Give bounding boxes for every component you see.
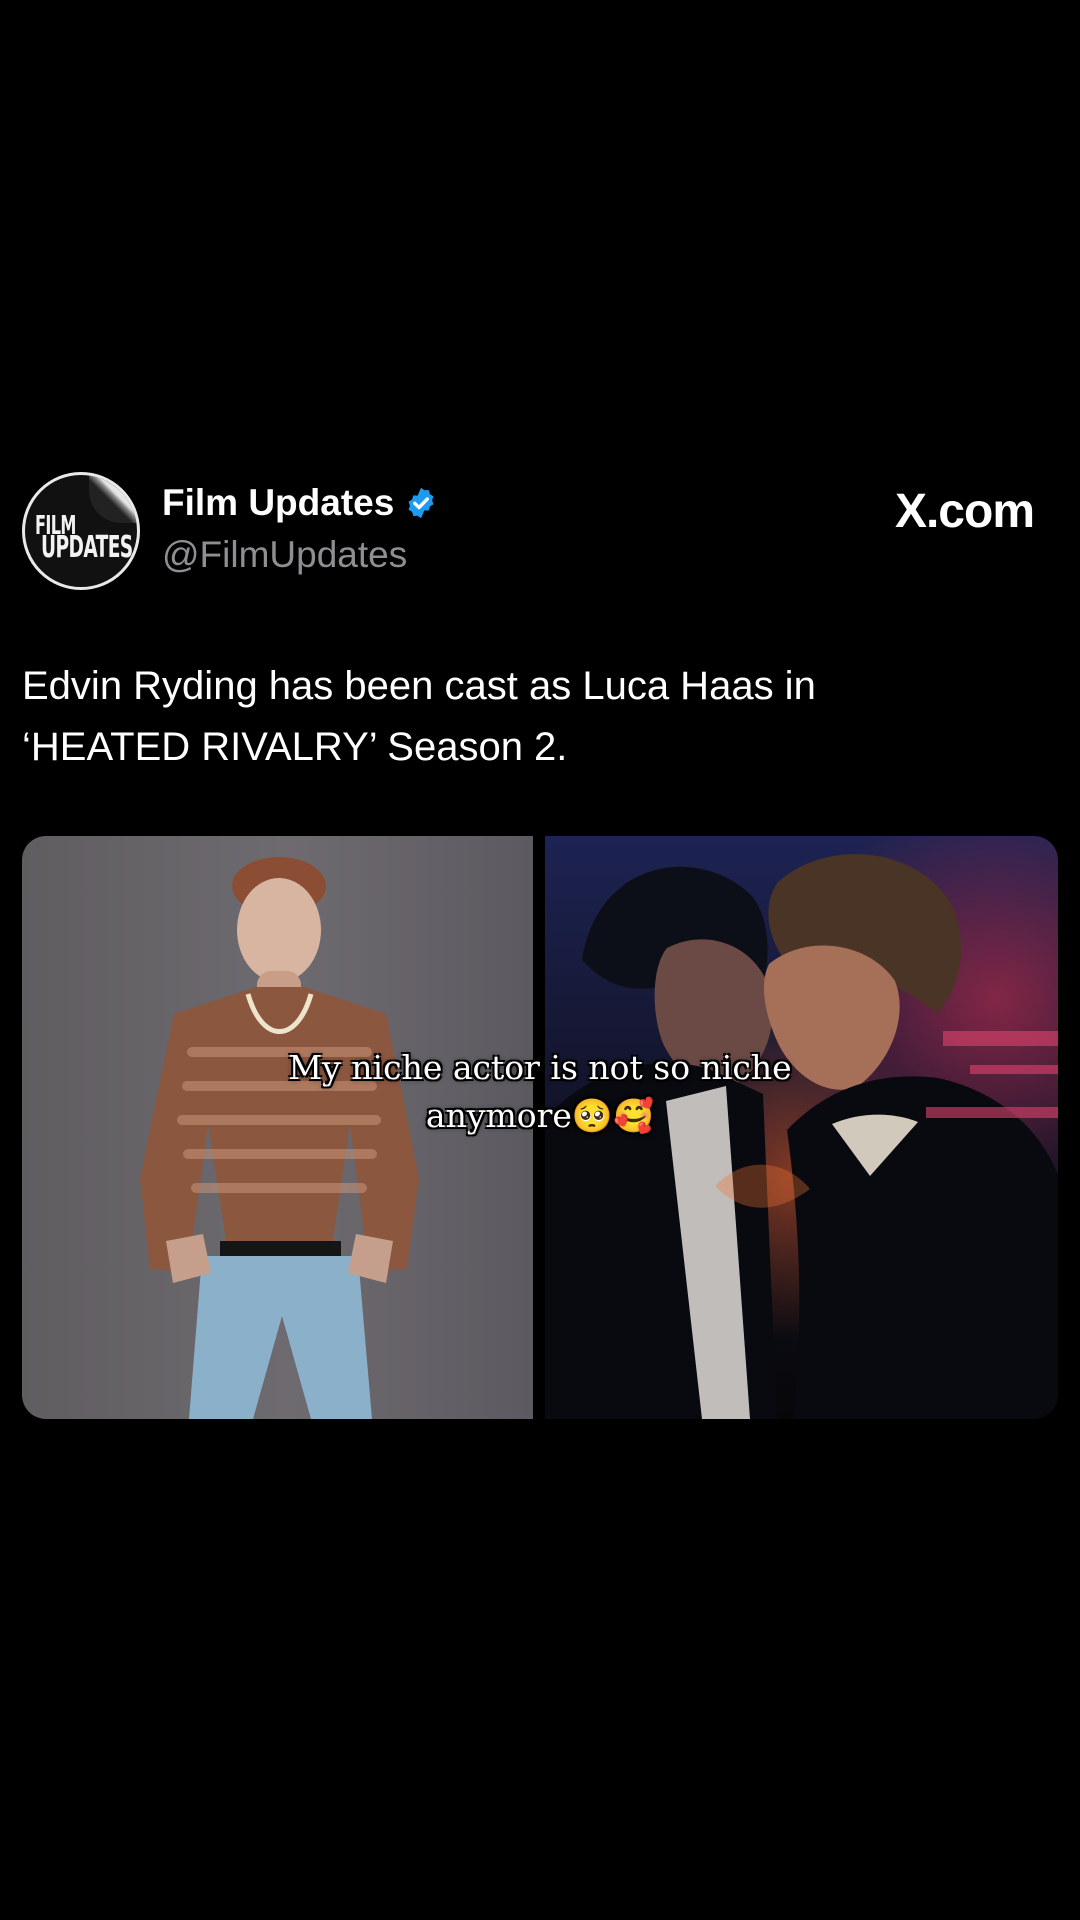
account-name[interactable]: Film Updates — [162, 484, 394, 521]
overlay-caption-line-1: My niche actor is not so niche — [288, 1048, 792, 1087]
portrait-jeans-shape — [189, 1256, 372, 1419]
scene-right-figure-suit — [787, 1076, 1058, 1419]
portrait-face-shape — [237, 878, 321, 982]
post-header: FILM UPDATES Film Updates @FilmUpdates X… — [22, 470, 1042, 595]
avatar-line-2: UPDATES — [41, 530, 133, 565]
post-text: Edvin Ryding has been cast as Luca Haas … — [22, 656, 1042, 778]
overlay-caption: My niche actor is not so niche anymore🥺🥰 — [255, 1044, 825, 1140]
account-handle[interactable]: @FilmUpdates — [162, 536, 407, 573]
verified-check-icon — [408, 487, 434, 518]
overlay-caption-line-2: anymore🥺🥰 — [425, 1096, 655, 1135]
account-avatar[interactable]: FILM UPDATES — [22, 472, 140, 590]
x-com-logo: X.com — [894, 485, 1035, 538]
post-text-line-1: Edvin Ryding has been cast as Luca Haas … — [22, 664, 816, 708]
post-text-line-2: ‘HEATED RIVALRY’ Season 2. — [22, 725, 568, 769]
account-name-row: Film Updates — [162, 484, 438, 521]
avatar-page-curl — [89, 475, 137, 523]
verified-badge-shape — [408, 487, 434, 518]
